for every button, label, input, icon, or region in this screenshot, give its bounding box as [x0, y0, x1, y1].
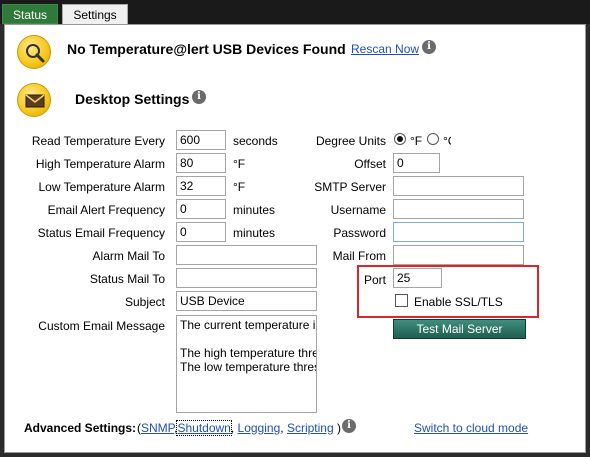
shutdown-link[interactable]: Shutdown [176, 420, 232, 436]
low-alarm-input[interactable]: 32 [176, 176, 226, 196]
low-alarm-unit: °F [233, 180, 246, 194]
alarm-mail-to-label: Alarm Mail To [92, 249, 165, 263]
subject-input[interactable]: USB Device [176, 291, 317, 311]
option-celsius-label: °C [443, 134, 451, 148]
status-freq-input[interactable]: 0 [176, 222, 226, 242]
status-mail-to-label: Status Mail To [89, 272, 165, 286]
high-alarm-input[interactable]: 80 [176, 153, 226, 173]
smtp-server-input[interactable] [393, 176, 524, 196]
rescan-link[interactable]: Rescan Now [351, 42, 419, 56]
logging-link[interactable]: Logging [238, 421, 281, 435]
info-icon[interactable]: i [192, 90, 206, 104]
email-freq-input[interactable]: 0 [176, 199, 226, 219]
tab-bar: Status Settings [0, 0, 590, 24]
subject-label: Subject [124, 295, 165, 309]
magnifier-icon [17, 35, 51, 69]
option-fahrenheit-label: °F [410, 134, 423, 148]
password-label: Password [333, 226, 386, 240]
radio-celsius[interactable] [427, 133, 439, 145]
switch-cloud-mode-link[interactable]: Switch to cloud mode [414, 421, 528, 435]
status-freq-label: Status Email Frequency [37, 226, 165, 240]
password-input[interactable] [393, 222, 524, 242]
tab-settings[interactable]: Settings [62, 4, 128, 24]
comma: , [230, 421, 235, 435]
advanced-links: (SNMP,Shutdown, Logging, Scripting ) [137, 420, 341, 436]
info-icon[interactable]: i [342, 419, 356, 433]
close-paren: ) [336, 421, 341, 435]
smtp-server-label: SMTP Server [314, 180, 386, 194]
snmp-link[interactable]: SNMP [141, 421, 174, 435]
custom-message-textarea[interactable]: The current temperature i The high tempe… [176, 315, 317, 413]
low-alarm-label: Low Temperature Alarm [38, 180, 165, 194]
mail-from-label: Mail From [332, 249, 386, 263]
high-alarm-label: High Temperature Alarm [35, 157, 165, 171]
port-label: Port [363, 273, 386, 287]
info-icon[interactable]: i [422, 40, 436, 54]
settings-panel: No Temperature@lert USB Devices Found Re… [4, 24, 586, 453]
no-devices-title: No Temperature@lert USB Devices Found [67, 41, 346, 57]
radio-fahrenheit[interactable] [394, 133, 406, 145]
email-freq-unit: minutes [233, 203, 276, 217]
offset-label: Offset [354, 157, 386, 171]
envelope-icon [17, 83, 51, 117]
read-temp-label: Read Temperature Every [31, 134, 165, 148]
ssl-checkbox[interactable] [395, 294, 408, 307]
high-alarm-unit: °F [233, 157, 246, 171]
tab-status[interactable]: Status [2, 4, 58, 24]
offset-input[interactable]: 0 [393, 153, 440, 173]
comma: , [280, 421, 284, 435]
desktop-settings-title: Desktop Settings [75, 91, 190, 107]
mail-from-input[interactable] [393, 245, 524, 265]
status-mail-to-input[interactable] [176, 268, 317, 288]
test-mail-server-button[interactable]: Test Mail Server [393, 319, 526, 339]
alarm-mail-to-input[interactable] [176, 245, 317, 265]
ssl-label: Enable SSL/TLS [414, 295, 503, 309]
username-label: Username [330, 203, 386, 217]
read-temp-unit: seconds [233, 134, 278, 148]
advanced-settings-label: Advanced Settings: [24, 421, 137, 435]
email-freq-label: Email Alert Frequency [47, 203, 165, 217]
port-input[interactable]: 25 [393, 268, 442, 288]
username-input[interactable] [393, 199, 524, 219]
scripting-link[interactable]: Scripting [287, 421, 334, 435]
status-freq-unit: minutes [233, 226, 276, 240]
degree-units-label: Degree Units [315, 134, 386, 148]
read-temp-input[interactable]: 600 [176, 130, 226, 150]
custom-message-label: Custom Email Message [38, 319, 165, 333]
